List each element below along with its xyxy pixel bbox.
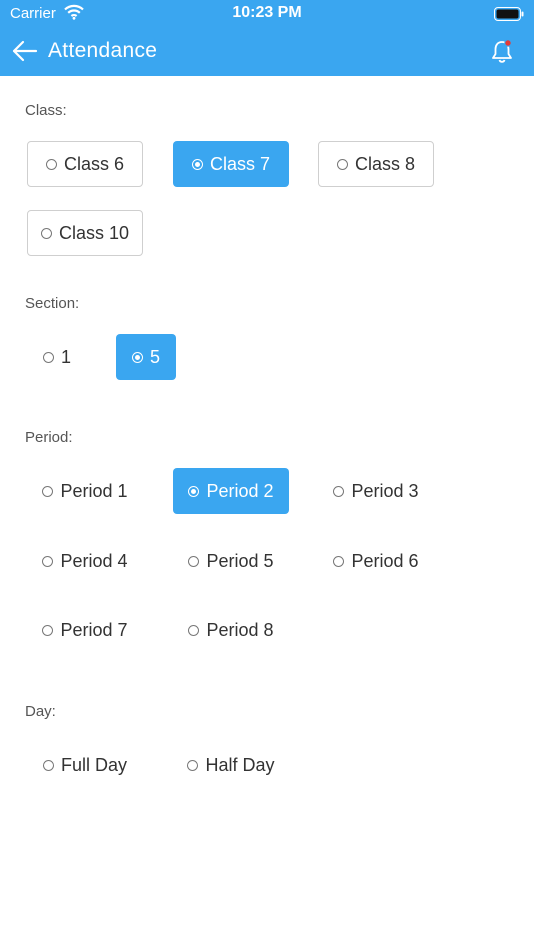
- option-label: Period 7: [60, 619, 128, 640]
- radio-icon: [42, 555, 54, 567]
- radio-icon: [187, 759, 199, 771]
- period-option-7[interactable]: Period 7: [27, 607, 143, 653]
- option-label: 5: [149, 346, 160, 367]
- period-label: Period:: [25, 429, 73, 446]
- period-option-2[interactable]: Period 2: [173, 468, 289, 514]
- option-label: Half Day: [205, 754, 275, 775]
- period-option-4[interactable]: Period 4: [27, 538, 143, 584]
- radio-icon: [42, 351, 54, 363]
- day-option-half[interactable]: Half Day: [173, 742, 289, 788]
- period-option-1[interactable]: Period 1: [27, 468, 143, 514]
- radio-icon: [188, 555, 200, 567]
- option-label: Full Day: [60, 754, 127, 775]
- option-label: Class 8: [354, 153, 416, 174]
- class-option-6[interactable]: Class 6: [27, 141, 143, 187]
- bell-icon[interactable]: [490, 39, 514, 65]
- option-label: Period 1: [60, 480, 128, 501]
- option-label: Period 2: [206, 480, 274, 501]
- day-option-full[interactable]: Full Day: [27, 742, 143, 788]
- option-label: Class 7: [209, 153, 271, 174]
- section-option-5[interactable]: 5: [116, 334, 176, 380]
- battery-icon: [494, 7, 524, 21]
- option-label: Period 8: [206, 619, 274, 640]
- radio-selected-icon: [188, 485, 200, 497]
- option-label: Period 4: [60, 550, 128, 571]
- radio-icon: [333, 555, 345, 567]
- class-option-10[interactable]: Class 10: [27, 210, 143, 256]
- radio-icon: [42, 624, 54, 636]
- class-label: Class:: [25, 102, 67, 119]
- option-label: 1: [60, 346, 71, 367]
- radio-selected-icon: [191, 158, 203, 170]
- day-label: Day:: [25, 703, 56, 720]
- class-option-8[interactable]: Class 8: [318, 141, 434, 187]
- radio-icon: [42, 485, 54, 497]
- option-label: Period 6: [351, 550, 419, 571]
- notification-dot: [504, 39, 512, 47]
- radio-icon: [42, 759, 54, 771]
- section-option-1[interactable]: 1: [27, 334, 87, 380]
- option-label: Period 5: [206, 550, 274, 571]
- radio-icon: [45, 158, 57, 170]
- radio-icon: [336, 158, 348, 170]
- radio-icon: [333, 485, 345, 497]
- period-option-8[interactable]: Period 8: [173, 607, 289, 653]
- option-label: Class 10: [58, 222, 130, 243]
- period-option-6[interactable]: Period 6: [318, 538, 434, 584]
- period-option-3[interactable]: Period 3: [318, 468, 434, 514]
- radio-icon: [188, 624, 200, 636]
- clock: 10:23 PM: [232, 4, 302, 21]
- app-bar: Attendance: [0, 28, 534, 76]
- period-option-5[interactable]: Period 5: [173, 538, 289, 584]
- page-title: Attendance: [48, 39, 158, 62]
- radio-icon: [40, 227, 52, 239]
- option-label: Period 3: [351, 480, 419, 501]
- back-arrow-icon[interactable]: [10, 38, 40, 64]
- class-option-7[interactable]: Class 7: [173, 141, 289, 187]
- radio-selected-icon: [131, 351, 143, 363]
- status-bar: Carrier 10:23 PM: [0, 0, 534, 28]
- option-label: Class 6: [63, 153, 125, 174]
- section-label: Section:: [25, 295, 80, 312]
